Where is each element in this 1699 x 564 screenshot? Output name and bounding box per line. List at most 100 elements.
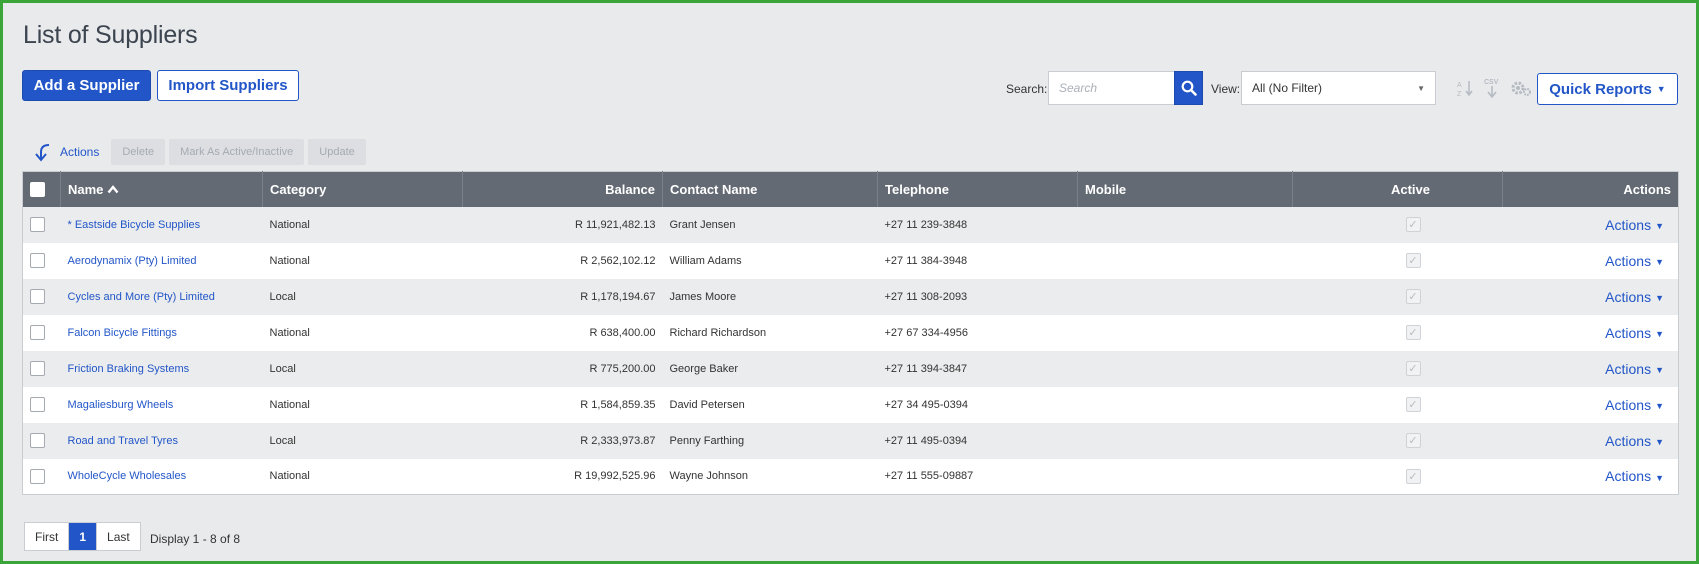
contact-cell: James Moore: [669, 290, 737, 303]
row-select-cell: [23, 243, 61, 279]
supplier-name-link[interactable]: Falcon Bicycle Fittings: [68, 327, 177, 339]
search-icon: [1181, 80, 1197, 96]
pager-first-button[interactable]: First: [25, 523, 70, 550]
actions-cell: Actions ▼: [1503, 351, 1679, 387]
row-checkbox[interactable]: [30, 289, 45, 304]
contact-cell: William Adams: [669, 254, 742, 267]
active-checkbox: ✓: [1405, 217, 1421, 232]
supplier-name-link[interactable]: WholeCycle Wholesales: [68, 470, 187, 482]
name-cell: Aerodynamix (Pty) Limited: [61, 243, 263, 279]
column-header-telephone[interactable]: Telephone: [877, 171, 1078, 207]
active-cell: ✓: [1293, 351, 1503, 387]
row-actions-dropdown[interactable]: Actions ▼: [1605, 433, 1664, 449]
sort-ascending-icon: [107, 183, 119, 197]
name-cell: * Eastside Bicycle Supplies: [61, 207, 263, 243]
caret-down-icon: ▼: [1655, 472, 1664, 483]
column-header-category[interactable]: Category: [262, 171, 463, 207]
column-header-contact[interactable]: Contact Name: [662, 171, 878, 207]
name-cell: Falcon Bicycle Fittings: [61, 315, 263, 351]
caret-down-icon: ▼: [1655, 436, 1664, 447]
category-cell: Local: [269, 290, 296, 303]
row-checkbox[interactable]: [30, 468, 45, 484]
view-select-value: All (No Filter): [1252, 81, 1323, 95]
svg-text:A: A: [1457, 82, 1462, 89]
telephone-cell: +27 34 495-0394: [884, 398, 969, 411]
row-select-cell: [23, 207, 61, 243]
actions-cell: Actions ▼: [1503, 315, 1679, 351]
balance-cell: R 1,178,194.67: [580, 290, 656, 303]
row-actions-dropdown[interactable]: Actions ▼: [1605, 361, 1664, 377]
update-button[interactable]: Update: [308, 139, 366, 165]
caret-down-icon: ▼: [1655, 292, 1664, 303]
supplier-name-link[interactable]: Cycles and More (Pty) Limited: [68, 291, 215, 303]
supplier-name-link[interactable]: Road and Travel Tyres: [68, 435, 178, 447]
caret-down-icon: ▼: [1655, 256, 1664, 267]
svg-text:Z: Z: [1457, 91, 1462, 97]
table-row: Aerodynamix (Pty) Limited National R 2,562…: [22, 242, 1679, 279]
page-root: List of Suppliers Add a Supplier Import …: [20, 3, 1684, 561]
active-checkbox: ✓: [1405, 361, 1421, 376]
import-suppliers-button[interactable]: Import Suppliers: [157, 70, 299, 101]
category-cell: National: [269, 254, 310, 267]
active-checkbox: ✓: [1405, 468, 1421, 484]
name-cell: Magaliesburg Wheels: [61, 387, 263, 423]
mobile-cell: [1078, 387, 1293, 423]
row-actions-dropdown[interactable]: Actions ▼: [1605, 289, 1664, 305]
row-checkbox[interactable]: [30, 253, 45, 268]
row-actions-dropdown[interactable]: Actions ▼: [1605, 217, 1664, 233]
column-header-balance[interactable]: Balance: [462, 171, 663, 207]
telephone-cell: +27 11 555-09887: [884, 470, 974, 483]
pager-last-button[interactable]: Last: [97, 523, 140, 550]
row-checkbox[interactable]: [30, 433, 45, 448]
settings-gears-icon[interactable]: [1510, 79, 1532, 102]
active-cell: ✓: [1293, 387, 1503, 423]
row-checkbox[interactable]: [30, 361, 45, 376]
mobile-cell: [1078, 279, 1293, 315]
mark-active-inactive-button[interactable]: Mark As Active/Inactive: [169, 139, 305, 165]
supplier-name-link[interactable]: Friction Braking Systems: [68, 363, 190, 375]
column-header-mobile[interactable]: Mobile: [1077, 171, 1293, 207]
quick-reports-button[interactable]: Quick Reports ▼: [1537, 73, 1678, 105]
row-select-cell: [23, 351, 61, 387]
supplier-name-link[interactable]: * Eastside Bicycle Supplies: [68, 219, 201, 231]
table-row: Road and Travel Tyres Local R 2,333,973.87…: [22, 422, 1679, 459]
supplier-name-link[interactable]: Aerodynamix (Pty) Limited: [68, 255, 197, 267]
active-cell: ✓: [1293, 423, 1503, 459]
csv-download-icon[interactable]: CSV: [1483, 77, 1501, 104]
sort-az-icon[interactable]: A Z: [1457, 79, 1475, 102]
row-checkbox[interactable]: [30, 325, 45, 340]
row-checkbox[interactable]: [30, 217, 45, 232]
search-input[interactable]: [1048, 71, 1174, 105]
active-cell: ✓: [1293, 459, 1503, 495]
select-all-checkbox[interactable]: [30, 182, 45, 198]
active-checkbox: ✓: [1405, 289, 1421, 304]
column-header-active[interactable]: Active: [1292, 171, 1503, 207]
turn-down-arrow-icon: [35, 144, 50, 162]
name-cell: Cycles and More (Pty) Limited: [61, 279, 263, 315]
supplier-name-link[interactable]: Magaliesburg Wheels: [68, 399, 174, 411]
search-button[interactable]: [1174, 71, 1203, 105]
active-cell: ✓: [1293, 315, 1503, 351]
telephone-cell: +27 11 384-3948: [884, 254, 968, 267]
column-header-actions: Actions: [1623, 181, 1671, 197]
add-supplier-button[interactable]: Add a Supplier: [22, 70, 151, 101]
caret-down-icon: ▼: [1655, 220, 1664, 231]
column-header-name[interactable]: Name: [60, 171, 263, 207]
pagination: First 1 Last: [24, 522, 141, 551]
select-all-cell: [22, 171, 61, 207]
actions-cell: Actions ▼: [1503, 279, 1679, 315]
page-title: List of Suppliers: [23, 21, 198, 49]
view-select[interactable]: All (No Filter) ▼: [1241, 71, 1436, 105]
bulk-actions-bar: Actions Delete Mark As Active/Inactive U…: [22, 139, 370, 165]
caret-down-icon: ▼: [1655, 328, 1664, 339]
row-select-cell: [23, 387, 61, 423]
mobile-cell: [1078, 315, 1293, 351]
row-checkbox[interactable]: [30, 397, 45, 412]
row-actions-dropdown[interactable]: Actions ▼: [1605, 253, 1664, 269]
row-actions-dropdown[interactable]: Actions ▼: [1605, 397, 1664, 413]
pager-current-page[interactable]: 1: [69, 523, 98, 550]
row-actions-dropdown[interactable]: Actions ▼: [1605, 468, 1664, 484]
delete-button[interactable]: Delete: [111, 139, 166, 165]
search-label: Search:: [1006, 82, 1048, 96]
row-actions-dropdown[interactable]: Actions ▼: [1605, 325, 1664, 341]
